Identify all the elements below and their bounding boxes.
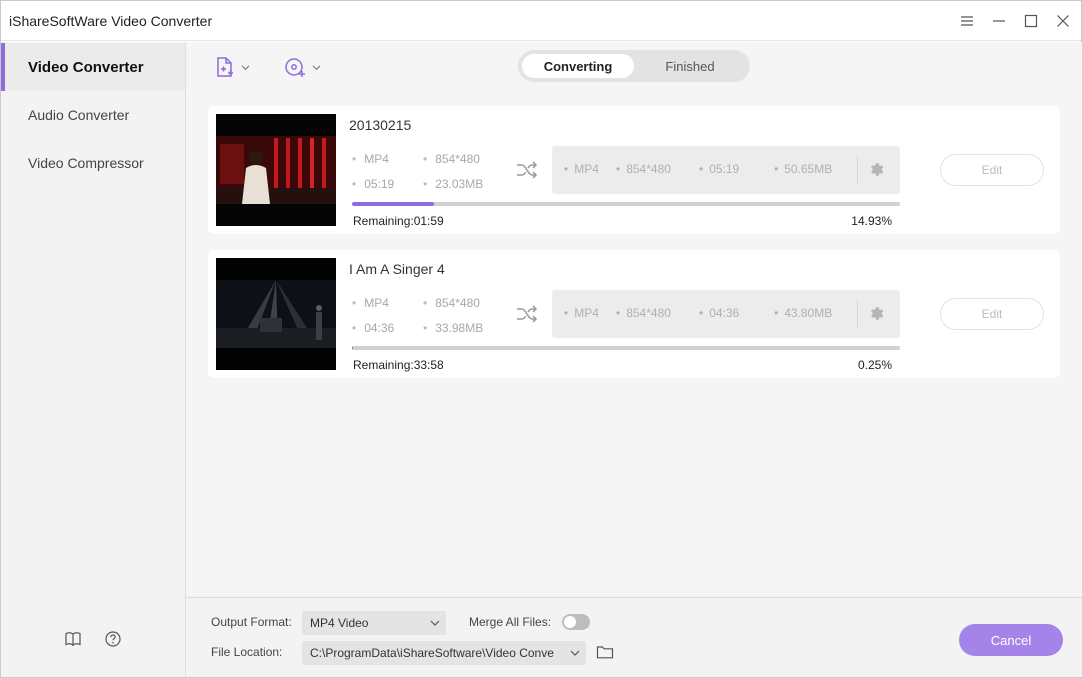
file-location-label: File Location: — [211, 645, 283, 659]
book-icon[interactable] — [64, 630, 82, 648]
add-disc-icon — [285, 58, 305, 77]
progress-fill — [352, 346, 354, 350]
chevron-down-icon — [570, 648, 580, 658]
video-thumbnail — [216, 258, 336, 370]
sidebar-item-label: Video Compressor — [28, 155, 144, 171]
add-file-icon — [217, 57, 233, 77]
task-card: I Am A Singer 4 MP4 854*480 04:36 33.98M… — [208, 250, 1060, 378]
edit-button[interactable]: Edit — [940, 154, 1044, 186]
progress-fill — [352, 202, 434, 206]
close-icon[interactable] — [1053, 11, 1073, 31]
maximize-icon[interactable] — [1021, 11, 1041, 31]
file-location-select[interactable]: C:\ProgramData\iShareSoftware\Video Conv… — [302, 641, 586, 665]
task-title: I Am A Singer 4 — [349, 261, 445, 277]
source-duration: 05:19 — [352, 177, 394, 191]
source-format: MP4 — [352, 296, 389, 310]
divider — [857, 300, 858, 328]
gear-icon[interactable] — [868, 305, 885, 322]
task-title: 20130215 — [349, 117, 412, 133]
sidebar-item-audio-converter[interactable]: Audio Converter — [1, 91, 185, 139]
add-disc-button[interactable] — [284, 54, 321, 80]
title-bar: iShareSoftWare Video Converter — [1, 1, 1081, 41]
gear-icon[interactable] — [868, 161, 885, 178]
target-format: MP4 — [564, 306, 599, 320]
divider — [857, 156, 858, 184]
merge-label: Merge All Files: — [469, 615, 552, 629]
app-title: iShareSoftWare Video Converter — [9, 13, 213, 29]
app-window: iShareSoftWare Video Converter Video Con… — [0, 0, 1082, 678]
shuffle-icon — [517, 305, 538, 323]
main-panel: Converting Finished 20130215 • MP4 • 854… — [186, 42, 1082, 597]
minimize-icon[interactable] — [989, 11, 1009, 31]
toggle-knob — [564, 616, 576, 628]
status-tabs: Converting Finished — [518, 50, 750, 82]
output-format-label: Output Format: — [211, 615, 292, 629]
target-settings[interactable]: MP4 854*480 05:19 50.65MB — [552, 146, 900, 194]
output-format-select[interactable]: MP4 Video — [302, 611, 446, 635]
edit-button[interactable]: Edit — [940, 298, 1044, 330]
source-size: 23.03MB — [423, 177, 483, 191]
file-location-value: C:\ProgramData\iShareSoftware\Video Conv… — [310, 646, 554, 660]
cancel-button[interactable]: Cancel — [959, 624, 1063, 656]
chevron-down-icon — [312, 64, 321, 70]
source-duration: 04:36 — [352, 321, 394, 335]
sidebar-item-label: Video Converter — [28, 58, 144, 76]
sidebar-item-video-converter[interactable]: Video Converter — [1, 43, 185, 91]
target-resolution: 854*480 — [616, 162, 671, 176]
remaining-time: Remaining:01:59 — [353, 214, 444, 228]
shuffle-icon — [517, 161, 538, 179]
target-duration: 05:19 — [699, 162, 739, 176]
sidebar: Video Converter Audio Converter Video Co… — [1, 42, 186, 677]
target-resolution: 854*480 — [616, 306, 671, 320]
merge-toggle[interactable] — [562, 614, 590, 630]
source-resolution: 854*480 — [423, 296, 480, 310]
sidebar-item-video-compressor[interactable]: Video Compressor — [1, 139, 185, 187]
target-size: 43.80MB — [774, 306, 832, 320]
chevron-down-icon — [241, 64, 250, 70]
menu-icon[interactable] — [957, 11, 977, 31]
folder-icon[interactable] — [596, 644, 614, 660]
source-resolution: 854*480 — [423, 152, 480, 166]
task-card: 20130215 MP4 854*480 05:19 23.03MB MP4 8… — [208, 106, 1060, 234]
chevron-down-icon — [430, 618, 440, 628]
tab-converting[interactable]: Converting — [522, 54, 634, 78]
source-format: MP4 — [352, 152, 389, 166]
add-file-button[interactable] — [213, 54, 250, 80]
target-settings[interactable]: MP4 854*480 04:36 43.80MB — [552, 290, 900, 338]
bottom-bar: Output Format: MP4 Video Merge All Files… — [186, 597, 1082, 677]
target-duration: 04:36 — [699, 306, 739, 320]
target-size: 50.65MB — [774, 162, 832, 176]
output-format-value: MP4 Video — [310, 616, 369, 630]
target-format: MP4 — [564, 162, 599, 176]
sidebar-item-label: Audio Converter — [28, 107, 130, 123]
video-thumbnail — [216, 114, 336, 226]
progress-bar — [352, 202, 900, 206]
progress-bar — [352, 346, 900, 350]
progress-percent: 0.25% — [857, 358, 892, 372]
progress-percent: 14.93% — [851, 214, 892, 228]
remaining-time: Remaining:33:58 — [353, 358, 444, 372]
tab-finished[interactable]: Finished — [634, 54, 746, 78]
help-icon[interactable] — [104, 630, 122, 648]
source-size: 33.98MB — [423, 321, 483, 335]
